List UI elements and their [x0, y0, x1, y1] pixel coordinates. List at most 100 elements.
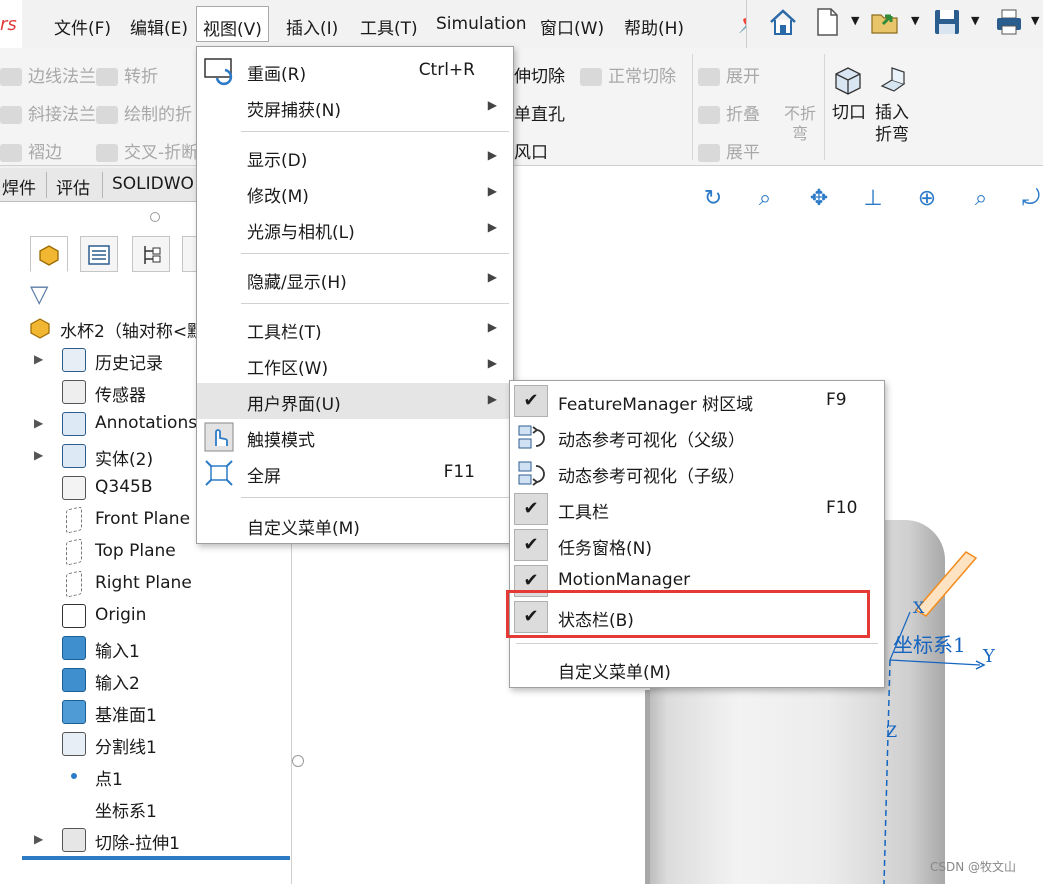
- menu-item-touch-mode[interactable]: 触摸模式: [197, 419, 513, 455]
- ribbon-normal-cut[interactable]: 正常切除: [580, 62, 676, 87]
- submenu-item-dynamic-ref-parent[interactable]: 动态参考可视化（父级）: [510, 419, 884, 455]
- tree-item[interactable]: 输入1: [0, 632, 292, 664]
- submenu-item-customize-menu[interactable]: 自定义菜单(M): [510, 651, 884, 687]
- save-icon[interactable]: [931, 6, 963, 38]
- tab-divider: [102, 172, 103, 198]
- tab-configuration-manager[interactable]: [132, 236, 170, 272]
- submenu-arrow-icon: ▶: [487, 98, 497, 112]
- menu-view[interactable]: 视图(V): [196, 6, 269, 42]
- menu-help[interactable]: 帮助(H): [624, 14, 684, 39]
- home-icon[interactable]: [767, 6, 799, 38]
- menu-item-display[interactable]: 显示(D) ▶: [197, 139, 513, 175]
- menu-insert[interactable]: 插入(I): [286, 14, 338, 39]
- menu-item-screen-capture[interactable]: 荧屏捕获(N) ▶: [197, 89, 513, 125]
- tree-item-label: Q345B: [95, 477, 153, 497]
- expand-arrow-icon[interactable]: ▶: [34, 352, 43, 366]
- filter-icon[interactable]: ▽: [30, 280, 60, 310]
- menu-item-redraw[interactable]: 重画(R) Ctrl+R: [197, 53, 513, 89]
- watermark: CSDN @牧文山: [930, 860, 1017, 874]
- menu-item-customize-menu[interactable]: 自定义菜单(M): [197, 507, 513, 543]
- flatten-icon: [698, 144, 720, 162]
- rip-icon[interactable]: [832, 64, 864, 96]
- hem-icon: [0, 144, 22, 162]
- menu-item-full-screen[interactable]: 全屏 F11: [197, 455, 513, 491]
- ribbon-sketched-bend[interactable]: 绘制的折: [96, 100, 192, 125]
- new-document-icon[interactable]: [811, 6, 843, 38]
- tree-item[interactable]: ▶ 切除-拉伸1: [0, 824, 292, 856]
- menu-item-lights-cameras[interactable]: 光源与相机(L) ▶: [197, 211, 513, 247]
- ribbon-miter-flange[interactable]: 斜接法兰: [0, 100, 96, 125]
- tree-item[interactable]: 输入2: [0, 664, 292, 696]
- submenu-item-toolbar[interactable]: ✔ 工具栏 F10: [510, 491, 884, 527]
- save-dropdown-icon[interactable]: ▼: [971, 14, 979, 27]
- ribbon-simple-hole[interactable]: 单直孔: [514, 100, 565, 125]
- ribbon-extruded-cut[interactable]: 伸切除: [514, 62, 565, 87]
- panel-resize-handle[interactable]: [292, 755, 304, 767]
- menu-tools[interactable]: 工具(T): [360, 14, 418, 39]
- rotate-view-icon[interactable]: ↻: [698, 186, 728, 216]
- pan-icon[interactable]: ✥: [804, 186, 834, 216]
- dynamic-reference-parent-icon: [518, 425, 545, 449]
- ribbon-jog[interactable]: 转折: [96, 62, 158, 87]
- menu-item-toolbars[interactable]: 工具栏(T) ▶: [197, 311, 513, 347]
- point-icon: [70, 772, 78, 780]
- zoom-to-fit-icon[interactable]: ⌕: [750, 186, 780, 216]
- solid-bodies-icon: [62, 444, 86, 468]
- ribbon-flatten[interactable]: 展平: [698, 138, 760, 163]
- open-dropdown-icon[interactable]: ▼: [911, 14, 919, 27]
- ribbon-hem[interactable]: 褶边: [0, 138, 62, 163]
- expand-arrow-icon[interactable]: ▶: [34, 416, 43, 430]
- expand-arrow-icon[interactable]: ▶: [34, 448, 43, 462]
- ribbon-unfold[interactable]: 展开: [698, 62, 760, 87]
- print-dropdown-icon[interactable]: ▼: [1031, 14, 1039, 27]
- tree-item-label: Right Plane: [95, 573, 192, 593]
- zoom-to-area-icon[interactable]: ⌕: [966, 186, 996, 216]
- submenu-item-featuremanager[interactable]: ✔ FeatureManager 树区域 F9: [510, 383, 884, 419]
- submenu-item-task-pane[interactable]: ✔ 任务窗格(N): [510, 527, 884, 563]
- print-icon[interactable]: [993, 6, 1025, 38]
- tree-item[interactable]: 基准面1: [0, 696, 292, 728]
- tree-item[interactable]: Origin: [0, 600, 292, 632]
- menu-item-hide-show[interactable]: 隐藏/显示(H) ▶: [197, 261, 513, 297]
- panel-grip-icon[interactable]: [150, 212, 160, 222]
- tab-solidworks[interactable]: SOLIDWO: [112, 174, 194, 194]
- insert-bend-icon[interactable]: [878, 64, 908, 94]
- menu-bar: 文件(F) 编辑(E) 视图(V) 插入(I) 工具(T) Simulation…: [22, 0, 763, 48]
- tree-item[interactable]: 点1: [0, 760, 292, 792]
- open-folder-icon[interactable]: [869, 6, 901, 38]
- ribbon-vent[interactable]: 风口: [514, 138, 548, 163]
- menu-item-modify[interactable]: 修改(M) ▶: [197, 175, 513, 211]
- tree-item-label: 分割线1: [95, 738, 157, 758]
- menu-simulation[interactable]: Simulation: [436, 14, 527, 36]
- checkmark-icon: ✔: [514, 529, 548, 561]
- zoom-in-out-icon[interactable]: ⊕: [912, 186, 942, 216]
- normal-to-icon[interactable]: ⊥: [858, 186, 888, 216]
- tree-item[interactable]: Right Plane: [0, 568, 292, 600]
- menu-window[interactable]: 窗口(W): [540, 14, 604, 39]
- previous-view-icon[interactable]: ⤾: [1016, 186, 1043, 216]
- menu-item-user-interface[interactable]: 用户界面(U) ▶: [197, 383, 513, 419]
- menu-item-workspace[interactable]: 工作区(W) ▶: [197, 347, 513, 383]
- full-screen-icon: [205, 460, 233, 486]
- coordinate-system-icon: [62, 796, 86, 820]
- ribbon-rip[interactable]: 切口: [832, 98, 866, 123]
- tab-evaluate[interactable]: 评估: [56, 174, 90, 199]
- menu-edit[interactable]: 编辑(E): [130, 14, 188, 39]
- new-dropdown-icon[interactable]: ▼: [851, 14, 859, 27]
- expand-arrow-icon[interactable]: ▶: [34, 832, 43, 846]
- ribbon-cross-break[interactable]: 交叉-折断: [96, 138, 198, 163]
- tab-feature-manager[interactable]: [30, 236, 68, 272]
- tree-item[interactable]: 坐标系1: [0, 792, 292, 824]
- ribbon-edge-flange[interactable]: 边线法兰: [0, 62, 96, 87]
- import-icon: [62, 668, 86, 692]
- tab-property-manager[interactable]: [80, 236, 118, 272]
- quick-toolbar: ▼ ▼ ▼ ▼: [746, 0, 1043, 48]
- tree-item-label: 历史记录: [95, 354, 163, 374]
- tab-weldments[interactable]: 焊件: [2, 174, 36, 199]
- checkmark-icon: ✔: [514, 493, 548, 525]
- view-menu: 重画(R) Ctrl+R 荧屏捕获(N) ▶ 显示(D) ▶ 修改(M) ▶ 光源与相…: [196, 46, 514, 544]
- ribbon-fold[interactable]: 折叠: [698, 100, 760, 125]
- tree-item[interactable]: 分割线1: [0, 728, 292, 760]
- menu-file[interactable]: 文件(F): [54, 14, 111, 39]
- submenu-item-dynamic-ref-child[interactable]: 动态参考可视化（子级）: [510, 455, 884, 491]
